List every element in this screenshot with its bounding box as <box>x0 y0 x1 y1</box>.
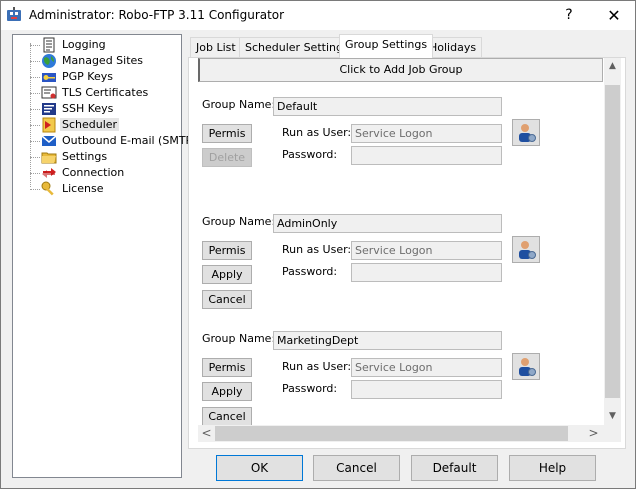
password-field[interactable] <box>351 263 502 282</box>
password-label: Password: <box>282 382 338 395</box>
scheduler-icon <box>42 117 56 133</box>
group-name-label: Group Name: <box>202 332 276 345</box>
select-user-button[interactable] <box>512 353 540 380</box>
tree-item-connection[interactable]: Connection <box>13 165 181 181</box>
tree-item-pgp-keys[interactable]: PGP Keys <box>13 69 181 85</box>
tab-group-settings[interactable]: Group Settings <box>339 34 434 58</box>
user-icon <box>519 358 536 376</box>
tree-item-scheduler[interactable]: Scheduler <box>13 117 181 133</box>
tree-branch-line <box>30 109 40 110</box>
ok-button[interactable]: OK <box>216 455 303 481</box>
pgp-key-icon <box>42 73 56 82</box>
cancel-group-button[interactable]: Cancel <box>202 290 252 309</box>
password-label: Password: <box>282 148 338 161</box>
tree-branch-line <box>30 61 40 62</box>
default-button[interactable]: Default <box>411 455 498 481</box>
horizontal-scroll-thumb[interactable] <box>215 426 568 441</box>
help-button[interactable]: Help <box>509 455 596 481</box>
tree-item-logging[interactable]: Logging <box>13 37 181 53</box>
logging-icon <box>43 37 55 53</box>
group-name-field[interactable]: Default <box>273 97 502 116</box>
select-user-button[interactable] <box>512 119 540 146</box>
password-field[interactable] <box>351 380 502 399</box>
scrollbar-corner <box>604 425 621 442</box>
tab-job-list[interactable]: Job List <box>190 37 242 57</box>
globe-icon <box>42 54 56 68</box>
password-field[interactable] <box>351 146 502 165</box>
run-as-user-label: Run as User: <box>282 126 352 139</box>
permis-button[interactable]: Permis <box>202 241 252 260</box>
run-as-user-field[interactable]: Service Logon <box>351 358 502 377</box>
close-window-button[interactable]: ✕ <box>591 1 636 30</box>
certificate-icon <box>41 86 57 99</box>
tree-branch-line <box>30 189 40 190</box>
tree-item-label: SSH Keys <box>62 102 114 115</box>
tree-item-label: PGP Keys <box>62 70 113 83</box>
envelope-icon <box>41 135 57 146</box>
tree-item-label: License <box>62 182 104 195</box>
ssh-keys-icon <box>42 103 56 115</box>
tab-scheduler-settings[interactable]: Scheduler Settings <box>239 37 355 57</box>
permis-button[interactable]: Permis <box>202 358 252 377</box>
tree-item-tls-certificates[interactable]: TLS Certificates <box>13 85 181 101</box>
tree-branch-line <box>30 125 40 126</box>
tree-item-license[interactable]: License <box>13 181 181 197</box>
robo-ftp-app-icon <box>7 7 21 21</box>
connection-icon <box>42 168 56 178</box>
group-name-label: Group Name: <box>202 215 276 228</box>
scroll-down-arrow[interactable]: ▼ <box>604 408 621 425</box>
navigation-tree: Logging Managed Sites PGP Keys TLS Certi… <box>12 34 196 478</box>
tree-branch-line <box>30 77 40 78</box>
group-name-field[interactable]: AdminOnly <box>273 214 502 233</box>
key-icon <box>41 181 54 196</box>
user-icon <box>519 124 536 142</box>
tree-item-ssh-keys[interactable]: SSH Keys <box>13 101 181 117</box>
tree-branch-line <box>30 173 40 174</box>
tree-branch-line <box>30 93 40 94</box>
tree-item-managed-sites[interactable]: Managed Sites <box>13 53 181 69</box>
vertical-scrollbar[interactable]: ▲ ▼ <box>604 58 621 425</box>
run-as-user-label: Run as User: <box>282 360 352 373</box>
select-user-button[interactable] <box>512 236 540 263</box>
cancel-button[interactable]: Cancel <box>313 455 400 481</box>
tree-item-label: Logging <box>62 38 106 51</box>
add-job-group-button[interactable]: Click to Add Job Group <box>198 58 603 82</box>
tree-item-label: Scheduler <box>60 118 120 131</box>
title-bar: Administrator: Robo-FTP 3.11 Configurato… <box>1 1 635 30</box>
scroll-up-arrow[interactable]: ▲ <box>604 58 621 75</box>
window-title: Administrator: Robo-FTP 3.11 Configurato… <box>29 8 285 22</box>
group-name-field[interactable]: MarketingDept <box>273 331 502 350</box>
run-as-user-label: Run as User: <box>282 243 352 256</box>
tree-item-label: TLS Certificates <box>62 86 149 99</box>
tree-branch-line <box>30 157 40 158</box>
scroll-left-arrow[interactable]: < <box>198 425 215 442</box>
run-as-user-field[interactable]: Service Logon <box>351 124 502 143</box>
tree-item-settings[interactable]: Settings <box>13 149 181 165</box>
apply-button[interactable]: Apply <box>202 382 252 401</box>
user-icon <box>519 241 536 259</box>
tree-item-label: Settings <box>62 150 108 163</box>
help-title-button[interactable]: ? <box>546 1 592 30</box>
group-name-label: Group Name: <box>202 98 276 111</box>
scroll-right-arrow[interactable]: > <box>585 425 602 442</box>
tree-item-label: Managed Sites <box>62 54 144 67</box>
tree-branch-line <box>30 141 40 142</box>
tree-item-label: Connection <box>62 166 125 179</box>
run-as-user-field[interactable]: Service Logon <box>351 241 502 260</box>
folder-icon <box>41 152 57 164</box>
vertical-scroll-thumb[interactable] <box>605 85 620 398</box>
horizontal-scrollbar[interactable]: < > <box>198 425 604 442</box>
permis-button[interactable]: Permis <box>202 124 252 143</box>
apply-button[interactable]: Apply <box>202 265 252 284</box>
tree-item-label: Outbound E-mail (SMTP) <box>62 134 197 147</box>
tree-branch-line <box>30 45 40 46</box>
password-label: Password: <box>282 265 338 278</box>
tree-item-outbound-email[interactable]: Outbound E-mail (SMTP) <box>13 133 196 149</box>
cancel-group-button[interactable]: Cancel <box>202 407 252 426</box>
configurator-window: Administrator: Robo-FTP 3.11 Configurato… <box>0 0 636 489</box>
delete-button[interactable]: Delete <box>202 148 252 167</box>
